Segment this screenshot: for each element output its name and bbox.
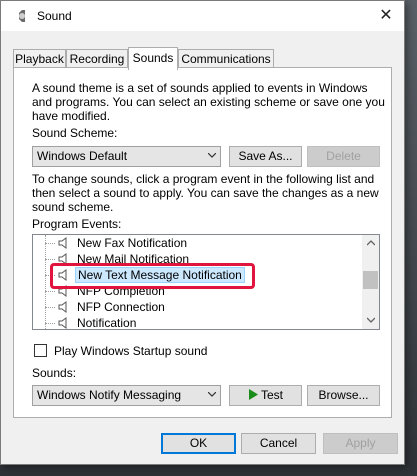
program-events-label: Program Events: bbox=[32, 217, 122, 231]
play-triangle-icon bbox=[248, 389, 258, 400]
tree-connector bbox=[45, 243, 55, 244]
window-title: Sound bbox=[37, 9, 72, 23]
tree-connector bbox=[45, 291, 55, 292]
tab-sounds[interactable]: Sounds bbox=[128, 47, 178, 70]
list-item[interactable]: New Mail Notification bbox=[33, 251, 363, 267]
speaker-app-icon bbox=[19, 10, 25, 22]
tab-recording[interactable]: Recording bbox=[66, 49, 128, 68]
chevron-down-icon bbox=[366, 317, 375, 323]
sound-dialog: Sound ✕ Playback Recording Sounds Commun… bbox=[0, 0, 405, 465]
events-scrollbar[interactable] bbox=[362, 235, 379, 329]
list-item[interactable]: NFP Connection bbox=[33, 299, 363, 315]
title-bar: Sound ✕ bbox=[1, 1, 404, 31]
program-events-list[interactable]: New Fax Notification New Mail Notificati… bbox=[32, 234, 380, 330]
speaker-icon bbox=[58, 285, 67, 297]
list-item[interactable]: NFP Completion bbox=[33, 283, 363, 299]
startup-sound-label: Play Windows Startup sound bbox=[54, 344, 208, 358]
chevron-down-icon bbox=[208, 392, 216, 397]
chevron-up-icon bbox=[366, 240, 375, 246]
speaker-icon bbox=[58, 253, 67, 265]
list-item[interactable]: Notification bbox=[33, 315, 363, 329]
close-icon: ✕ bbox=[379, 7, 393, 24]
ok-button[interactable]: OK bbox=[161, 433, 236, 454]
sound-scheme-label: Sound Scheme: bbox=[32, 126, 118, 140]
tab-playback[interactable]: Playback bbox=[13, 49, 66, 68]
tree-connector bbox=[45, 323, 55, 324]
tree-connector bbox=[45, 275, 55, 276]
speaker-icon bbox=[58, 237, 67, 249]
scroll-thumb[interactable] bbox=[363, 271, 378, 289]
sound-theme-description: A sound theme is a set of sounds applied… bbox=[32, 81, 385, 123]
delete-button[interactable]: Delete bbox=[307, 146, 380, 167]
tree-connector bbox=[45, 307, 55, 308]
chevron-down-icon bbox=[208, 153, 216, 158]
sounds-label: Sounds: bbox=[32, 366, 77, 380]
save-as-button[interactable]: Save As... bbox=[229, 146, 302, 167]
browse-button[interactable]: Browse... bbox=[307, 385, 380, 406]
speaker-icon bbox=[58, 301, 67, 313]
apply-button[interactable]: Apply bbox=[323, 433, 398, 454]
cancel-button[interactable]: Cancel bbox=[241, 433, 316, 454]
scroll-up-button[interactable] bbox=[362, 235, 379, 252]
speaker-icon bbox=[58, 269, 67, 281]
speaker-icon bbox=[58, 317, 67, 329]
tree-connector bbox=[45, 259, 55, 260]
tab-communications[interactable]: Communications bbox=[178, 49, 274, 68]
scroll-down-button[interactable] bbox=[362, 312, 379, 329]
list-item-selected[interactable]: New Text Message Notification bbox=[33, 267, 363, 283]
list-item[interactable]: New Fax Notification bbox=[33, 235, 363, 251]
startup-sound-checkbox[interactable] bbox=[34, 344, 47, 357]
sounds-dropdown[interactable]: Windows Notify Messaging bbox=[32, 385, 221, 406]
sounds-tab-panel: A sound theme is a set of sounds applied… bbox=[13, 67, 392, 418]
test-button[interactable]: Test bbox=[229, 385, 302, 406]
change-sounds-instructions: To change sounds, click a program event … bbox=[32, 172, 379, 214]
close-button[interactable]: ✕ bbox=[368, 2, 404, 30]
sound-scheme-dropdown[interactable]: Windows Default bbox=[32, 146, 221, 167]
